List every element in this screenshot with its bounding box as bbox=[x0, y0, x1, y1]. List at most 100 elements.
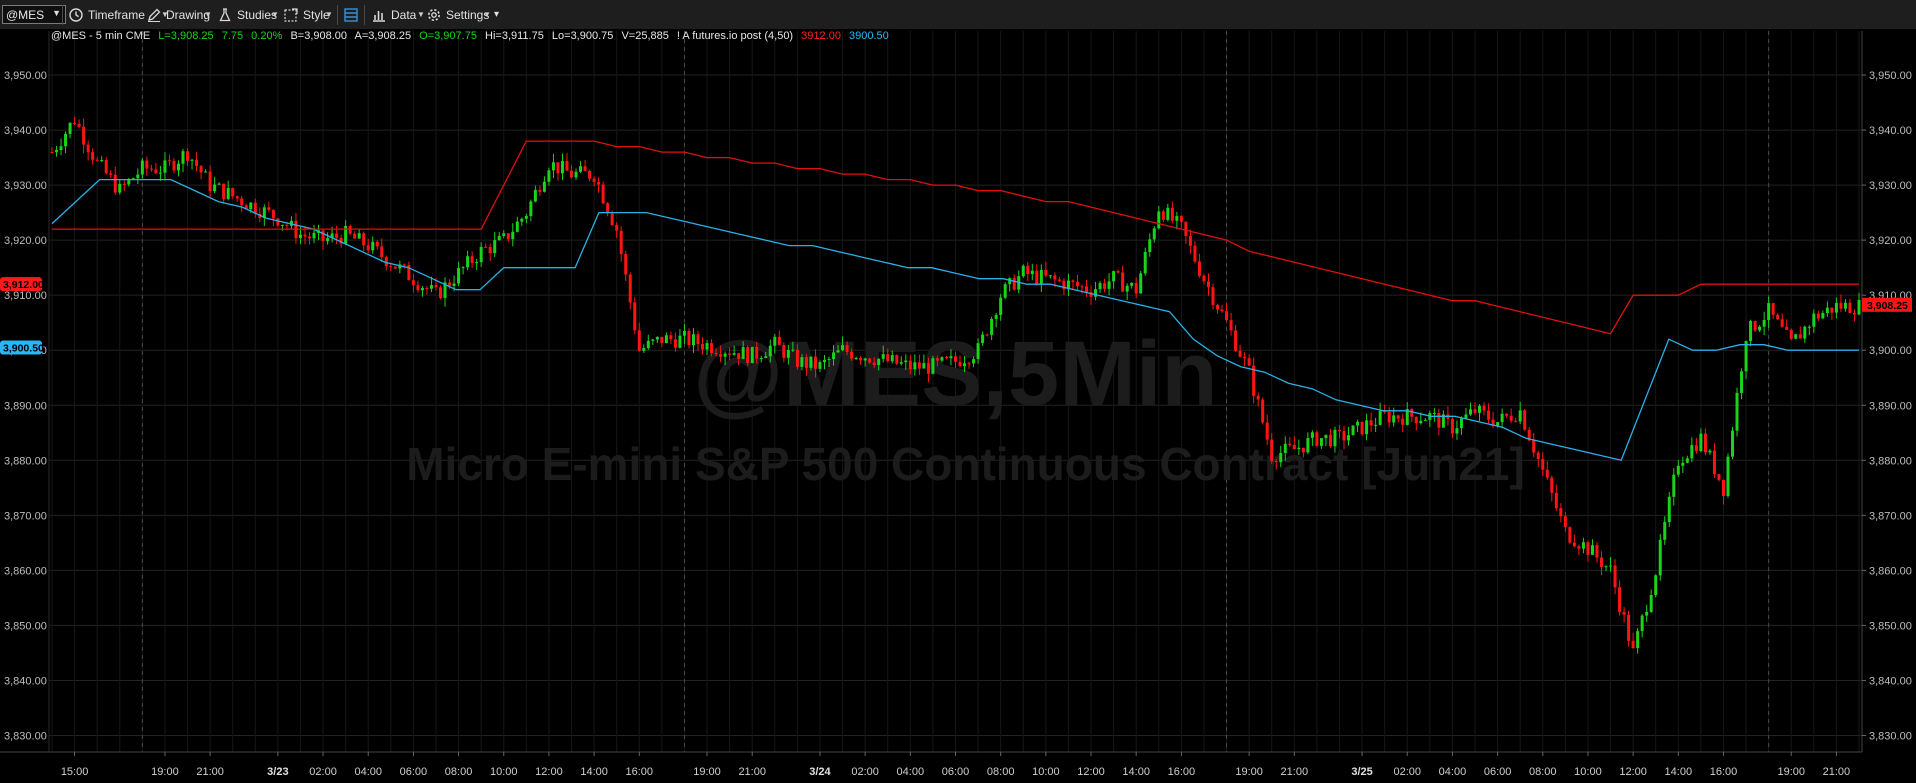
candle-down bbox=[637, 330, 641, 351]
candle-down bbox=[113, 174, 117, 193]
candle-down bbox=[366, 245, 370, 251]
clock-icon bbox=[69, 8, 83, 22]
candle-up bbox=[158, 172, 162, 174]
last-price-tag-label: 3,908.25 bbox=[1867, 300, 1908, 312]
candle-down bbox=[804, 357, 808, 368]
candle-down bbox=[149, 168, 153, 170]
candle-up bbox=[1843, 302, 1847, 309]
candle-down bbox=[1071, 280, 1075, 282]
candle-up bbox=[786, 350, 790, 358]
candle-down bbox=[1482, 405, 1486, 411]
candle-up bbox=[972, 359, 976, 364]
candle-up bbox=[881, 354, 885, 359]
y-tick-label-left: 3,950.00 bbox=[4, 70, 47, 82]
candle-down bbox=[195, 159, 199, 167]
x-tick-label: 10:00 bbox=[490, 766, 518, 778]
candle-up bbox=[1279, 452, 1283, 463]
candle-up bbox=[922, 363, 926, 369]
candle-down bbox=[82, 126, 86, 145]
candle-down bbox=[1541, 458, 1545, 470]
candle-down bbox=[235, 196, 239, 199]
y-tick-label-right: 3,870.00 bbox=[1869, 510, 1912, 522]
symbol-selector[interactable]: @MES ▼ bbox=[2, 5, 66, 24]
candle-down bbox=[1206, 281, 1210, 288]
layout-button[interactable] bbox=[343, 0, 361, 30]
candle-up bbox=[551, 162, 555, 171]
candle-up bbox=[357, 233, 361, 239]
candle-down bbox=[335, 233, 339, 238]
bar-chart-icon bbox=[373, 11, 385, 22]
candle-down bbox=[1586, 542, 1590, 555]
candle-down bbox=[859, 358, 863, 361]
watermark-symbol: @MES,5Min bbox=[693, 323, 1217, 425]
candle-down bbox=[601, 184, 605, 204]
candle-up bbox=[1825, 307, 1829, 313]
toolbar-more-icon[interactable]: ▾ bbox=[494, 0, 499, 30]
chevron-down-icon: ▼ bbox=[52, 8, 61, 18]
candle-up bbox=[452, 283, 456, 286]
candle-down bbox=[1342, 431, 1346, 441]
candle-up bbox=[1807, 326, 1811, 328]
y-tick-label-right: 3,890.00 bbox=[1869, 400, 1912, 412]
y-tick-label-left: 3,890.00 bbox=[4, 400, 47, 412]
y-tick-label-right: 3,900.00 bbox=[1869, 345, 1912, 357]
candle-up bbox=[1581, 542, 1585, 549]
candle-up bbox=[579, 166, 583, 172]
candle-down bbox=[1026, 265, 1030, 275]
candle-down bbox=[633, 302, 637, 331]
candle-down bbox=[1721, 479, 1725, 496]
candle-down bbox=[583, 166, 587, 171]
candle-up bbox=[732, 353, 736, 355]
x-tick-label: 21:00 bbox=[1823, 766, 1851, 778]
candle-up bbox=[1645, 611, 1649, 616]
candle-up bbox=[1740, 371, 1744, 393]
candle-up bbox=[1283, 443, 1287, 453]
x-tick-label: 14:00 bbox=[1122, 766, 1150, 778]
candle-up bbox=[1324, 434, 1328, 439]
candle-up bbox=[461, 267, 465, 269]
candle-up bbox=[651, 339, 655, 341]
candle-up bbox=[520, 218, 524, 222]
candle-down bbox=[104, 160, 108, 174]
y-tick-label-right: 3,850.00 bbox=[1869, 620, 1912, 632]
candle-down bbox=[1618, 587, 1622, 612]
candle-down bbox=[222, 183, 226, 200]
candle-down bbox=[1410, 409, 1414, 417]
candle-up bbox=[1392, 415, 1396, 423]
candle-down bbox=[1238, 350, 1242, 357]
pen-icon bbox=[148, 8, 161, 22]
candle-down bbox=[1717, 474, 1721, 480]
info-study-value-upper: 3912.00 bbox=[801, 30, 841, 42]
candle-down bbox=[411, 280, 415, 286]
y-tick-label-right: 3,950.00 bbox=[1869, 70, 1912, 82]
candle-up bbox=[646, 340, 650, 349]
x-tick-label: 21:00 bbox=[1281, 766, 1309, 778]
candle-down bbox=[719, 354, 723, 357]
candle-up bbox=[1021, 265, 1025, 277]
y-tick-label-left: 3,880.00 bbox=[4, 455, 47, 467]
candle-down bbox=[710, 343, 714, 354]
candle-down bbox=[958, 361, 962, 367]
candle-down bbox=[1852, 312, 1856, 315]
candle-up bbox=[1143, 251, 1147, 274]
candle-up bbox=[1654, 575, 1658, 596]
candle-down bbox=[1550, 477, 1554, 493]
candle-down bbox=[267, 207, 271, 210]
candle-up bbox=[226, 188, 230, 200]
candle-down bbox=[615, 224, 619, 231]
candle-down bbox=[935, 358, 939, 361]
candle-up bbox=[940, 357, 944, 361]
data-label: Data bbox=[391, 8, 417, 22]
candle-up bbox=[1794, 334, 1798, 339]
candle-down bbox=[737, 353, 741, 359]
candle-down bbox=[1211, 287, 1215, 305]
candle-down bbox=[1057, 279, 1061, 281]
candle-down bbox=[954, 356, 957, 362]
candle-up bbox=[949, 356, 953, 359]
candle-down bbox=[1202, 275, 1206, 282]
price-chart[interactable]: @MES,5Min Micro E-mini S&P 500 Continuou… bbox=[0, 0, 1916, 783]
candle-down bbox=[109, 173, 113, 175]
candle-up bbox=[1699, 433, 1703, 452]
chart-info-line: @MES - 5 min CME L=3,908.25 7.75 0.20% B… bbox=[51, 29, 894, 43]
candle-up bbox=[457, 268, 461, 284]
